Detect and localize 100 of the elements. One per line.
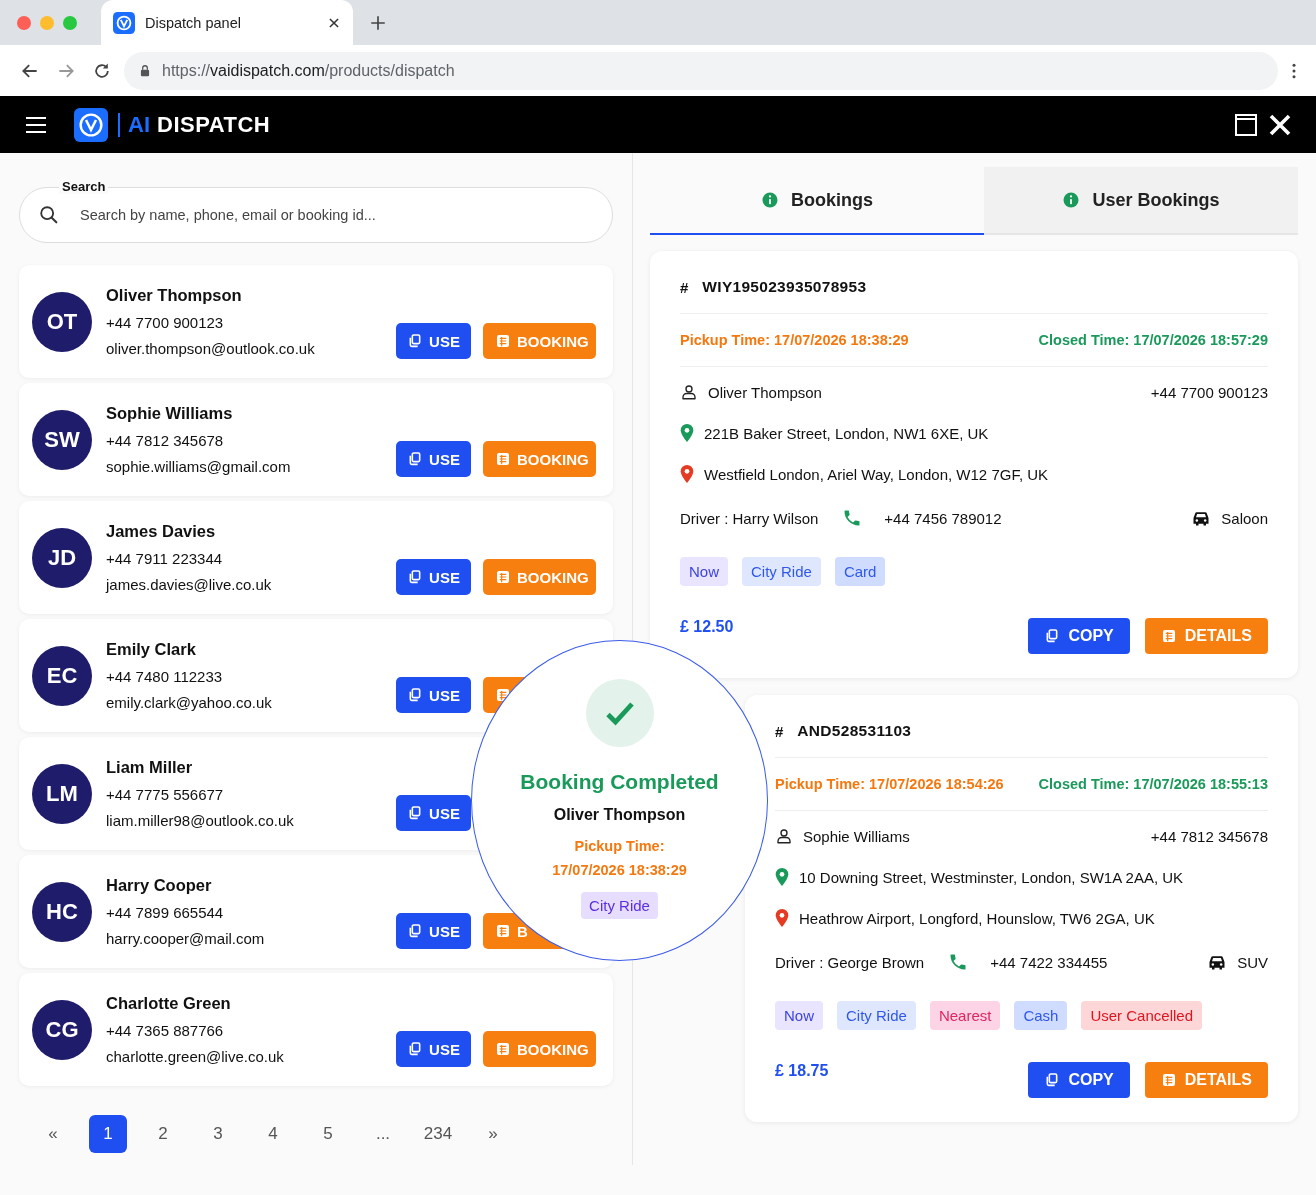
page-button[interactable]: » [474,1115,512,1153]
pickup-time: Pickup Time: 17/07/2026 18:38:29 [680,332,909,348]
maximize-icon[interactable] [1234,112,1258,137]
use-button[interactable]: USE [396,1031,471,1067]
avatar: CG [32,999,92,1060]
tag: City Ride [837,1001,916,1030]
list-icon [495,569,511,585]
avatar: OT [32,291,92,352]
customer-email: oliver.thompson@outlook.co.uk [106,340,316,357]
pickup-time: 17/07/2026 18:38:29 [552,862,687,878]
avatar: HC [32,881,92,942]
logo-icon [113,11,135,34]
use-button[interactable]: USE [396,559,471,595]
customer-phone: +44 7365 887766 [106,1022,225,1039]
avatar: JD [32,527,92,588]
pickup-address: 221B Baker Street, London, NW1 6XE, UK [704,424,989,442]
close-icon[interactable] [1268,112,1292,137]
customer-phone: +44 7480 112233 [106,668,224,685]
dropoff-address: Westfield London, Ariel Way, London, W12 7GF, UK [704,465,1049,483]
fare: £ 12.50 [680,618,734,636]
list-icon [1160,1072,1177,1088]
page-button[interactable]: 4 [254,1115,292,1153]
page-button[interactable]: 3 [199,1115,237,1153]
pin-icon [680,465,694,483]
tab-title: Dispatch panel [145,14,242,31]
list-icon [495,451,511,467]
avatar: SW [32,409,92,470]
brand-name: DISPATCH [157,111,271,138]
tag: User Cancelled [1081,1001,1202,1030]
customer-phone: +44 7911 223344 [106,550,224,567]
tag: City Ride [742,557,821,586]
customer-email: sophie.williams@gmail.com [106,458,292,475]
address-bar[interactable]: https://vaidispatch.com/products/dispatch [124,51,1278,90]
driver-phone: +44 7422 334455 [990,953,1108,971]
close-icon[interactable] [327,15,341,30]
tag: Now [775,1001,823,1030]
customer-phone: +44 7899 665544 [106,904,225,921]
customer-name: James Davies [106,522,217,541]
fare: £ 18.75 [775,1062,829,1080]
use-button[interactable]: USE [396,795,471,831]
use-button[interactable]: USE [396,441,471,477]
page-button[interactable]: 234 [419,1115,457,1153]
page-button[interactable]: 5 [309,1115,347,1153]
info-icon [1062,191,1081,209]
customer-name: Sophie Williams [803,827,910,845]
closed-time: Closed Time: 17/07/2026 18:57:29 [1038,332,1268,348]
brand-name: AI [128,111,150,138]
use-button[interactable]: USE [396,913,471,949]
driver-name: Driver : George Brown [775,953,925,971]
customer-name: Charlotte Green [106,994,232,1013]
customer-name: Sophie Williams [106,404,234,423]
use-button[interactable]: USE [396,677,471,713]
use-button[interactable]: USE [396,323,471,359]
tag: Cash [1014,1001,1068,1030]
pin-icon [680,424,694,442]
driver-name: Driver : Harry Wilson [680,509,819,527]
hash-mark: # [775,722,784,740]
page-button[interactable]: 2 [144,1115,182,1153]
person-icon [680,383,698,401]
customer-email: emily.clark@yahoo.co.uk [106,694,273,711]
tag: Nearest [929,1001,1001,1030]
booking-id: AND528531103 [797,722,912,740]
browser-tab[interactable]: Dispatch panel [101,0,353,45]
popup-title: Booking Completed [520,770,719,794]
person-icon [775,827,793,845]
page-button[interactable]: 1 [89,1115,127,1153]
pin-icon [775,868,789,886]
search-icon [38,204,60,226]
lock-icon [138,63,152,78]
tag: Now [680,557,728,586]
vehicle-type: Saloon [1221,509,1268,527]
dropoff-address: Heathrow Airport, Longford, Hounslow, TW6 2GA, UK [799,909,1155,927]
customer-name: Oliver Thompson [553,806,686,824]
info-icon [761,191,779,209]
copy-button[interactable]: COPY [1028,1062,1130,1098]
tag: Card [834,557,886,586]
customer-email: charlotte.green@live.co.uk [106,1048,285,1065]
list-icon [495,923,511,939]
customer-name: Harry Cooper [106,876,213,895]
page-button[interactable]: « [34,1115,72,1153]
list-icon [495,333,511,349]
field-label: Search [59,179,109,194]
avatar: LM [32,763,92,824]
plus-icon[interactable] [369,13,387,32]
customer-phone: +44 7812 345678 [106,432,225,449]
tab[interactable]: User Bookings [984,167,1298,235]
pickup-label: Pickup Time: [574,838,665,854]
customer-name: Oliver Thompson [106,286,243,305]
customer-email: harry.cooper@mail.com [106,930,266,947]
phone-icon [842,508,863,528]
copy-button[interactable]: COPY [1028,618,1130,654]
search-field[interactable]: Search by name, phone, email or booking id... [80,204,594,226]
customer-name: Emily Clark [106,640,197,659]
avatar: EC [32,645,92,706]
customer-email: liam.miller98@outlook.co.uk [106,812,295,829]
pin-icon [775,909,789,927]
page-button[interactable]: ... [364,1115,402,1153]
customer-name: Oliver Thompson [708,383,822,401]
logo-icon [74,107,108,142]
booking-id: WIY195023935078953 [702,278,867,296]
